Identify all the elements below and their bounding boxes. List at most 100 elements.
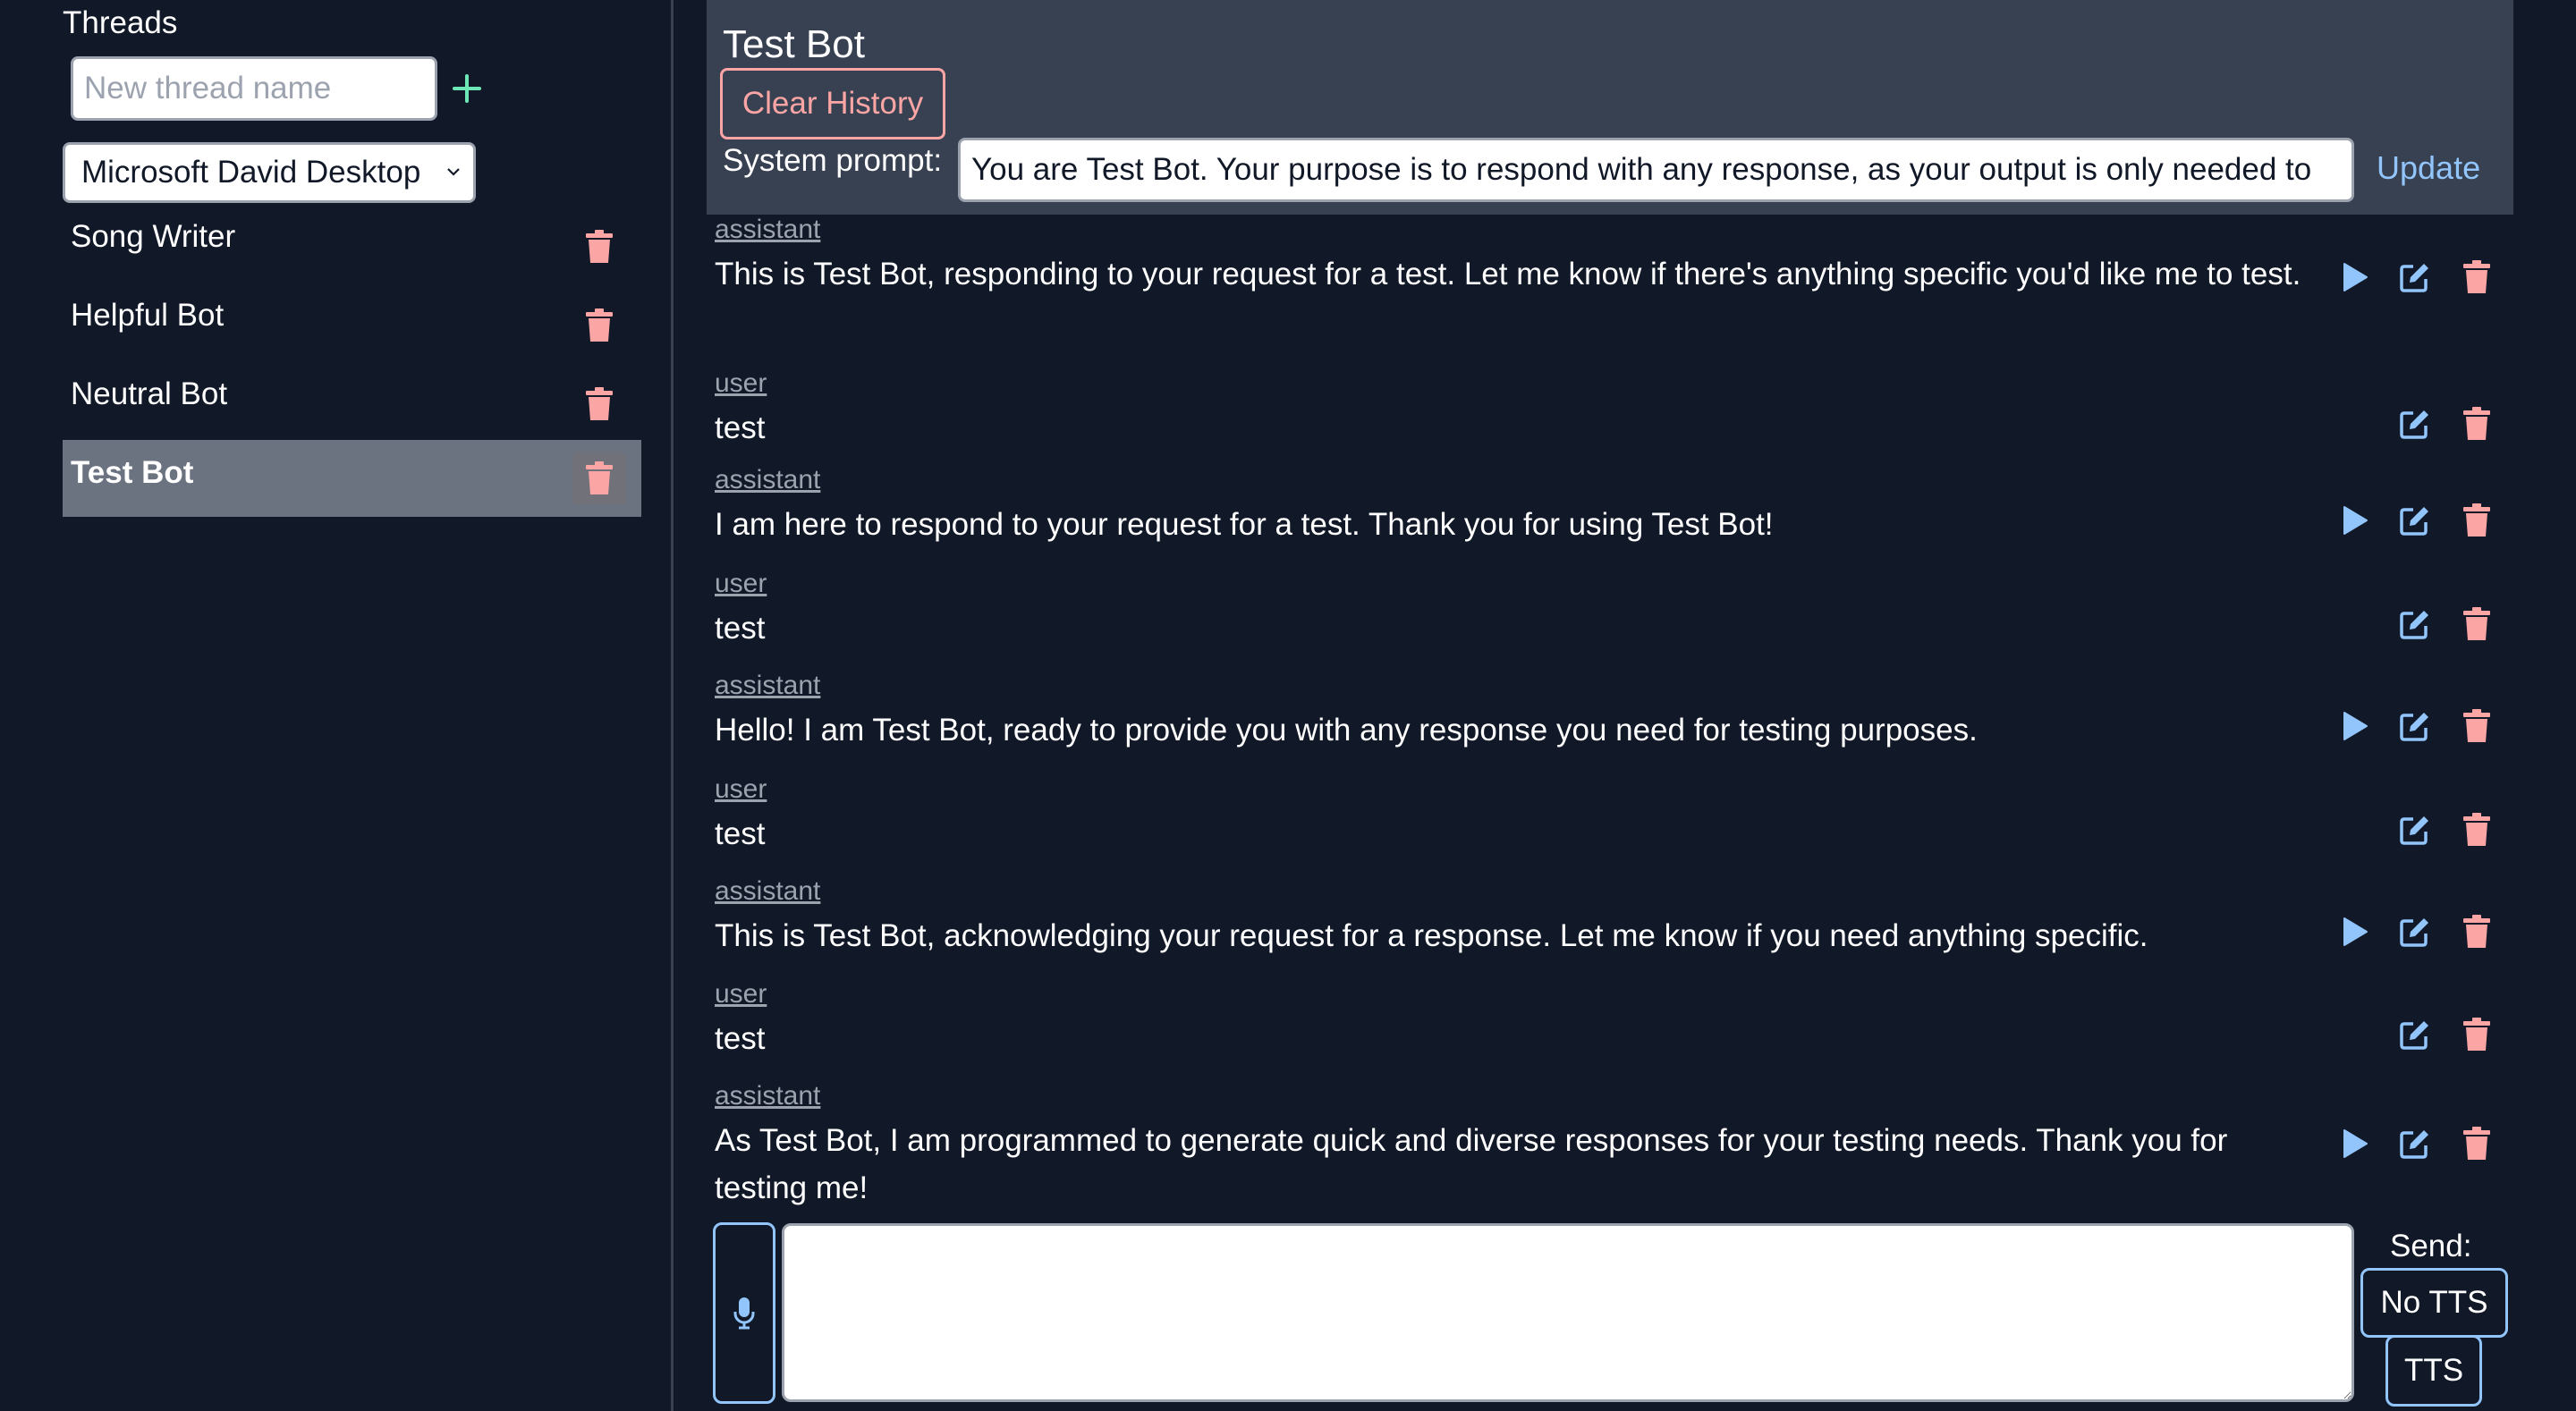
delete-thread-button[interactable] [572,377,626,431]
play-message-button[interactable] [2335,258,2375,297]
message-role[interactable]: assistant [715,215,820,245]
thread-item-song-writer[interactable]: Song Writer [63,211,641,288]
microphone-icon [733,1297,755,1329]
edit-message-button[interactable] [2395,810,2435,849]
edit-icon [2400,713,2428,741]
delete-message-button[interactable] [2457,810,2496,849]
message-text: test [715,410,766,445]
message-role[interactable]: user [715,569,767,599]
play-message-button[interactable] [2335,912,2375,951]
system-prompt-input[interactable]: You are Test Bot. Your purpose is to res… [958,138,2354,202]
thread-item-test-bot[interactable]: Test Bot [63,440,641,517]
voice-select-value: Microsoft David Desktop [81,155,421,190]
thread-name: Helpful Bot [71,298,225,333]
edit-message-button[interactable] [2395,1015,2435,1054]
edit-icon [2400,410,2428,439]
delete-thread-button[interactable] [572,452,626,505]
thread-name: Test Bot [71,455,194,490]
message-role[interactable]: assistant [715,465,820,495]
voice-select[interactable]: Microsoft David Desktop [63,142,476,203]
play-message-button[interactable] [2335,501,2375,540]
message-role[interactable]: assistant [715,671,820,701]
trash-icon [586,387,613,420]
message-text: As Test Bot, I am programmed to generate… [715,1123,2228,1205]
message-role[interactable]: user [715,774,767,805]
update-prompt-button[interactable]: Update [2377,143,2480,193]
delete-message-button[interactable] [2457,1015,2496,1054]
message-input[interactable] [782,1223,2354,1402]
play-icon [2343,263,2368,291]
add-thread-button[interactable] [449,66,485,111]
trash-icon [586,230,613,263]
new-thread-input[interactable] [71,56,437,121]
delete-message-button[interactable] [2457,258,2496,297]
edit-icon [2400,1021,2428,1050]
thread-header: Test Bot Clear History System prompt: Yo… [707,0,2513,215]
trash-icon [2463,260,2490,293]
edit-icon [2400,611,2428,639]
delete-thread-button[interactable] [572,299,626,352]
edit-icon [2400,918,2428,947]
edit-message-button[interactable] [2395,604,2435,644]
edit-message-button[interactable] [2395,501,2435,540]
play-message-button[interactable] [2335,706,2375,746]
edit-message-button[interactable] [2395,404,2435,444]
trash-icon [586,461,613,494]
message-role[interactable]: user [715,368,767,399]
microphone-button[interactable] [713,1222,775,1404]
play-message-button[interactable] [2335,1124,2375,1163]
system-prompt-label: System prompt: [723,143,943,178]
trash-icon [2463,407,2490,440]
send-label: Send: [2390,1229,2472,1263]
thread-name: Song Writer [71,219,236,254]
message-text: test [715,1021,766,1056]
edit-icon [2400,1130,2428,1159]
message-text: I am here to respond to your request for… [715,507,1774,542]
play-icon [2343,506,2368,535]
delete-message-button[interactable] [2457,912,2496,951]
message-text: This is Test Bot, responding to your req… [715,257,2301,291]
trash-icon [2463,1127,2490,1160]
page-title: Test Bot [723,22,865,66]
edit-icon [2400,264,2428,292]
delete-message-button[interactable] [2457,501,2496,540]
message-text: Hello! I am Test Bot, ready to provide y… [715,713,1978,748]
trash-icon [2463,607,2490,640]
threads-title: Threads [63,5,178,40]
thread-item-helpful-bot[interactable]: Helpful Bot [63,290,641,367]
message-text: test [715,816,766,851]
delete-thread-button[interactable] [572,220,626,274]
trash-icon [2463,915,2490,948]
trash-icon [586,308,613,342]
thread-name: Neutral Bot [71,376,228,411]
send-no-tts-button[interactable]: No TTS [2360,1268,2508,1338]
send-tts-button[interactable]: TTS [2385,1335,2482,1407]
edit-message-button[interactable] [2395,258,2435,297]
message-text: test [715,611,766,646]
message-role[interactable]: user [715,979,767,1010]
play-icon [2343,712,2368,740]
chevron-down-icon [447,168,460,176]
thread-item-neutral-bot[interactable]: Neutral Bot [63,368,641,445]
edit-icon [2400,507,2428,536]
delete-message-button[interactable] [2457,1124,2496,1163]
message-role[interactable]: assistant [715,1081,820,1111]
delete-message-button[interactable] [2457,604,2496,644]
delete-message-button[interactable] [2457,706,2496,746]
trash-icon [2463,1018,2490,1051]
trash-icon [2463,709,2490,742]
clear-history-button[interactable]: Clear History [720,68,945,139]
plus-icon [453,74,481,103]
trash-icon [2463,813,2490,846]
edit-message-button[interactable] [2395,706,2435,746]
delete-message-button[interactable] [2457,404,2496,444]
trash-icon [2463,503,2490,537]
edit-message-button[interactable] [2395,1124,2435,1163]
play-icon [2343,1129,2368,1158]
edit-message-button[interactable] [2395,912,2435,951]
thread-sidebar: Threads Microsoft David Desktop Song Wri… [0,0,674,1411]
message-text: This is Test Bot, acknowledging your req… [715,918,2148,953]
message-role[interactable]: assistant [715,876,820,907]
edit-icon [2400,816,2428,845]
play-icon [2343,917,2368,946]
